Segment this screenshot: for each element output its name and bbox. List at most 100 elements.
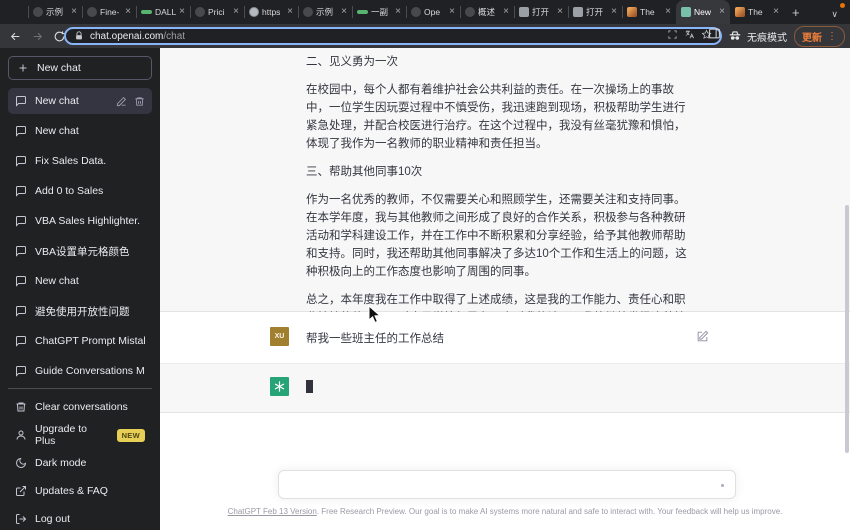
side-panel-icon[interactable]: [708, 27, 721, 45]
green-logo-favicon-icon: [357, 10, 368, 14]
tab-close-icon[interactable]: ×: [611, 7, 617, 17]
tab-title: https: [262, 7, 281, 17]
tab-close-icon[interactable]: ×: [665, 7, 671, 17]
tab-new-chat-active[interactable]: New ×: [676, 0, 730, 24]
sidebar-item-new-chat-3[interactable]: New chat: [8, 268, 152, 294]
tab-close-icon[interactable]: ×: [179, 7, 185, 17]
assistant-paragraph-2: 作为一名优秀的教师，不仅需要关心和照顾学生，还需要关注和支持同事。在本学年度，我…: [306, 194, 687, 278]
tab-pricing[interactable]: Prici ×: [190, 0, 244, 24]
edit-message-icon[interactable]: [696, 330, 709, 348]
openai-dark-favicon-icon: [303, 7, 313, 17]
upgrade-to-plus-button[interactable]: Upgrade to Plus NEW: [8, 421, 152, 449]
artwork-favicon-icon: [627, 7, 637, 17]
typing-cursor: [306, 380, 313, 393]
new-chat-button[interactable]: New chat: [8, 56, 152, 80]
translate-icon[interactable]: [684, 27, 695, 45]
tab-close-icon[interactable]: ×: [341, 7, 347, 17]
tab-close-icon[interactable]: ×: [287, 7, 293, 17]
sidebar-item-avoid-open-questions[interactable]: 避免使用开放性问题: [8, 298, 152, 324]
tab-close-icon[interactable]: ×: [71, 7, 77, 17]
browser-tab-strip: 示例 × Fine- × DALL × Prici × https × 示例 × 一副 × O…: [0, 0, 850, 24]
tab-title: 打开: [532, 7, 550, 17]
sidebar-item-fix-sales-data[interactable]: Fix Sales Data.: [8, 148, 152, 174]
tab-the-2[interactable]: The ×: [730, 0, 784, 24]
sidebar-item-new-chat-2[interactable]: New chat: [8, 118, 152, 144]
trash-icon: [16, 402, 26, 412]
tab-title: Prici: [208, 7, 225, 17]
chat-bubble-icon: [16, 96, 26, 107]
toolbar-right-cluster: 无痕模式 更新 ⋮: [708, 24, 845, 48]
tab-close-icon[interactable]: ×: [449, 7, 455, 17]
tab-close-icon[interactable]: ×: [125, 7, 131, 17]
user-avatar: XU: [270, 327, 289, 346]
tab-dall[interactable]: DALL ×: [136, 0, 190, 24]
log-out-button[interactable]: Log out: [8, 505, 152, 530]
updates-faq-button[interactable]: Updates & FAQ: [8, 477, 152, 505]
dark-mode-button[interactable]: Dark mode: [8, 449, 152, 477]
tab-close-icon[interactable]: ×: [773, 7, 779, 17]
tab-dakai-1[interactable]: 打开 ×: [514, 0, 568, 24]
tab-title: 示例: [316, 7, 334, 17]
openai-logo-icon: [274, 381, 285, 392]
send-icon[interactable]: [721, 484, 724, 487]
sidebar-item-guide-conversations[interactable]: Guide Conversations Meanin: [8, 358, 152, 384]
tab-fine[interactable]: Fine- ×: [82, 0, 136, 24]
forward-button[interactable]: [31, 30, 44, 43]
tab-gaishu[interactable]: 概述 ×: [460, 0, 514, 24]
sidebar-item-add-0-to-sales[interactable]: Add 0 to Sales: [8, 178, 152, 204]
tab-title: Fine-: [100, 7, 120, 17]
version-link[interactable]: ChatGPT Feb 13 Version: [228, 507, 317, 516]
back-button[interactable]: [9, 30, 22, 43]
assistant-message: 二、见义勇为一次 在校园中，每个人都有着维护社会公共利益的责任。在一次操场上的事…: [160, 48, 850, 342]
vertical-scrollbar[interactable]: [845, 205, 849, 453]
url-bar[interactable]: chat.openai.com/chat: [64, 27, 722, 45]
chat-bubble-icon: [16, 276, 26, 287]
tab-title: Ope: [424, 7, 441, 17]
sidebar-item-vba-cell-color[interactable]: VBA设置单元格颜色: [8, 238, 152, 264]
sidebar-item-vba-sales-highlighter[interactable]: VBA Sales Highlighter.: [8, 208, 152, 234]
tab-shili-1[interactable]: 示例 ×: [28, 0, 82, 24]
scan-window-icon[interactable]: [667, 27, 678, 45]
trash-icon[interactable]: [134, 96, 145, 107]
url-text: chat.openai.com/chat: [90, 30, 186, 42]
tab-openai[interactable]: Ope ×: [406, 0, 460, 24]
incognito-label: 无痕模式: [747, 32, 787, 44]
tab-close-icon[interactable]: ×: [503, 7, 509, 17]
sidebar-item-new-chat-selected[interactable]: New chat: [8, 88, 152, 114]
chat-bubble-icon: [16, 246, 26, 257]
footer-disclaimer: ChatGPT Feb 13 Version. Free Research Pr…: [227, 507, 783, 516]
tab-close-icon[interactable]: ×: [557, 7, 563, 17]
assistant-paragraph-1: 在校园中，每个人都有着维护社会公共利益的责任。在一次操场上的事故中，一位学生因玩…: [306, 84, 686, 150]
tab-title: 打开: [586, 7, 604, 17]
chatgpt-favicon-icon: [681, 7, 691, 17]
tab-close-icon[interactable]: ×: [719, 7, 725, 17]
new-badge: NEW: [116, 428, 145, 442]
edit-pencil-icon[interactable]: [116, 96, 127, 107]
sidebar-bottom-menu: Clear conversations Upgrade to Plus NEW D…: [8, 388, 152, 530]
artwork-favicon-icon: [735, 7, 745, 17]
chat-bubble-icon: [16, 186, 26, 197]
message-input[interactable]: [278, 470, 736, 499]
chatgpt-avatar: [270, 377, 289, 396]
browser-menu-dots-icon[interactable]: ⋮: [827, 31, 837, 42]
tab-list-chevron-icon[interactable]: ∨: [831, 9, 838, 20]
tab-shili-2[interactable]: 示例 ×: [298, 0, 352, 24]
update-button[interactable]: 更新 ⋮: [794, 25, 845, 47]
tab-title: 一副: [371, 7, 389, 17]
tab-https[interactable]: https ×: [244, 0, 298, 24]
tab-close-icon[interactable]: ×: [395, 7, 401, 17]
chat-bubble-icon: [16, 156, 26, 167]
tab-the-1[interactable]: The ×: [622, 0, 676, 24]
incognito-icon: [729, 31, 741, 40]
tab-yifu[interactable]: 一副 ×: [352, 0, 406, 24]
tab-close-icon[interactable]: ×: [233, 7, 239, 17]
moon-icon: [16, 457, 27, 468]
tab-title: 概述: [478, 7, 496, 17]
tab-title: 示例: [46, 7, 64, 17]
new-tab-button[interactable]: +: [792, 5, 800, 20]
tab-dakai-2[interactable]: 打开 ×: [568, 0, 622, 24]
clear-conversations-button[interactable]: Clear conversations: [8, 393, 152, 421]
sidebar-item-chatgpt-prompt-mistakes[interactable]: ChatGPT Prompt Mistakes.: [8, 328, 152, 354]
openai-dark-favicon-icon: [411, 7, 421, 17]
chat-bubble-icon: [16, 336, 26, 347]
